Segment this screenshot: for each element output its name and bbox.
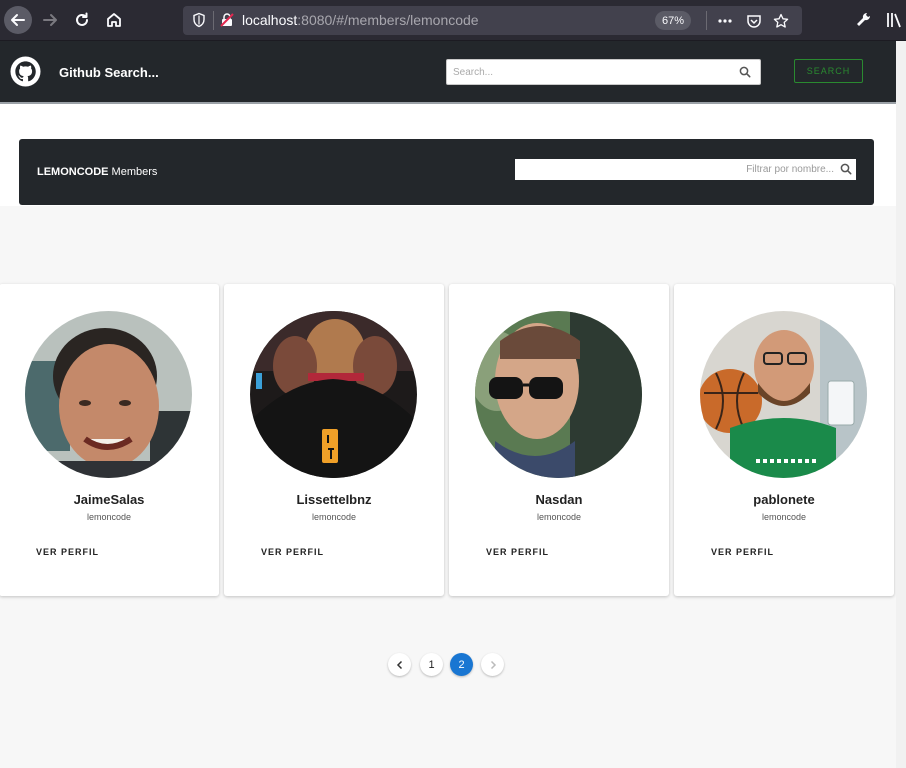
zoom-level-badge[interactable]: 67% (655, 11, 691, 30)
home-button[interactable] (100, 6, 128, 34)
pocket-icon (747, 15, 761, 28)
avatar (700, 311, 867, 478)
url-divider (706, 11, 707, 30)
arrow-left-icon (11, 14, 25, 26)
page-2-button[interactable]: 2 (450, 653, 473, 676)
url-text[interactable]: localhost:8080/#/members/lemoncode (242, 12, 479, 28)
avatar-image (250, 311, 417, 478)
app-header: Github Search... SEARCH (0, 41, 896, 104)
bookmark-button[interactable] (771, 11, 791, 31)
member-organization: lemoncode (536, 512, 582, 522)
member-card: Nasdan lemoncode VER PERFIL (449, 284, 669, 596)
search-icon[interactable] (840, 163, 852, 175)
pocket-button[interactable] (744, 11, 764, 31)
url-divider (213, 11, 214, 30)
avatar-image (475, 311, 642, 478)
shield-icon[interactable] (191, 12, 207, 28)
filter-box (515, 159, 856, 180)
member-organization: lemoncode (761, 512, 807, 522)
member-organization: lemoncode (311, 512, 357, 522)
avatar (250, 311, 417, 478)
member-card: LissetteIbnz lemoncode VER PERFIL (224, 284, 444, 596)
members-title: LEMONCODE Members (37, 166, 157, 178)
view-profile-button[interactable]: VER PERFIL (261, 547, 324, 557)
member-organization: lemoncode (86, 512, 132, 522)
avatar (25, 311, 192, 478)
member-name: LissetteIbnz (296, 492, 372, 507)
members-panel: LEMONCODE Members (19, 139, 874, 205)
member-name: Nasdan (535, 492, 583, 507)
arrow-right-icon (43, 14, 57, 26)
organization-name: LEMONCODE (37, 166, 109, 178)
search-box (446, 59, 761, 85)
view-profile-button[interactable]: VER PERFIL (486, 547, 549, 557)
browser-toolbar: localhost:8080/#/members/lemoncode 67% (0, 0, 906, 41)
url-bar[interactable]: localhost:8080/#/members/lemoncode 67% (183, 6, 802, 35)
avatar (475, 311, 642, 478)
view-profile-button[interactable]: VER PERFIL (711, 547, 774, 557)
search-input[interactable] (453, 64, 723, 80)
avatar-image (25, 311, 192, 478)
wrench-icon[interactable] (854, 10, 874, 30)
more-horizontal-icon (718, 19, 732, 23)
home-icon (107, 13, 121, 27)
github-logo-icon[interactable] (10, 56, 41, 87)
library-icon[interactable] (885, 10, 905, 30)
page-actions-button[interactable] (715, 11, 735, 31)
back-button[interactable] (4, 6, 32, 34)
forward-button[interactable] (36, 6, 64, 34)
member-card: JaimeSalas lemoncode VER PERFIL (0, 284, 219, 596)
chevron-right-icon (490, 660, 496, 669)
star-icon (773, 13, 789, 28)
filter-input[interactable] (521, 162, 834, 177)
app-title: Github Search... (59, 65, 159, 80)
url-path: :8080/#/members/lemoncode (297, 12, 479, 28)
reload-button[interactable] (68, 6, 96, 34)
url-host: localhost (242, 12, 298, 28)
member-name: pablonete (753, 492, 815, 507)
chevron-left-icon (396, 660, 402, 669)
scrollbar[interactable] (896, 41, 906, 768)
insecure-lock-icon[interactable] (219, 12, 235, 28)
page-1-button[interactable]: 1 (420, 653, 443, 676)
reload-icon (76, 12, 88, 26)
previous-page-button[interactable] (388, 653, 411, 676)
members-label: Members (108, 166, 158, 178)
view-profile-button[interactable]: VER PERFIL (36, 547, 99, 557)
member-name: JaimeSalas (73, 492, 145, 507)
search-button[interactable]: SEARCH (794, 59, 863, 83)
member-card: pablonete lemoncode VER PERFIL (674, 284, 894, 596)
search-icon[interactable] (739, 66, 751, 78)
avatar-image (700, 311, 867, 478)
next-page-button[interactable] (481, 653, 504, 676)
